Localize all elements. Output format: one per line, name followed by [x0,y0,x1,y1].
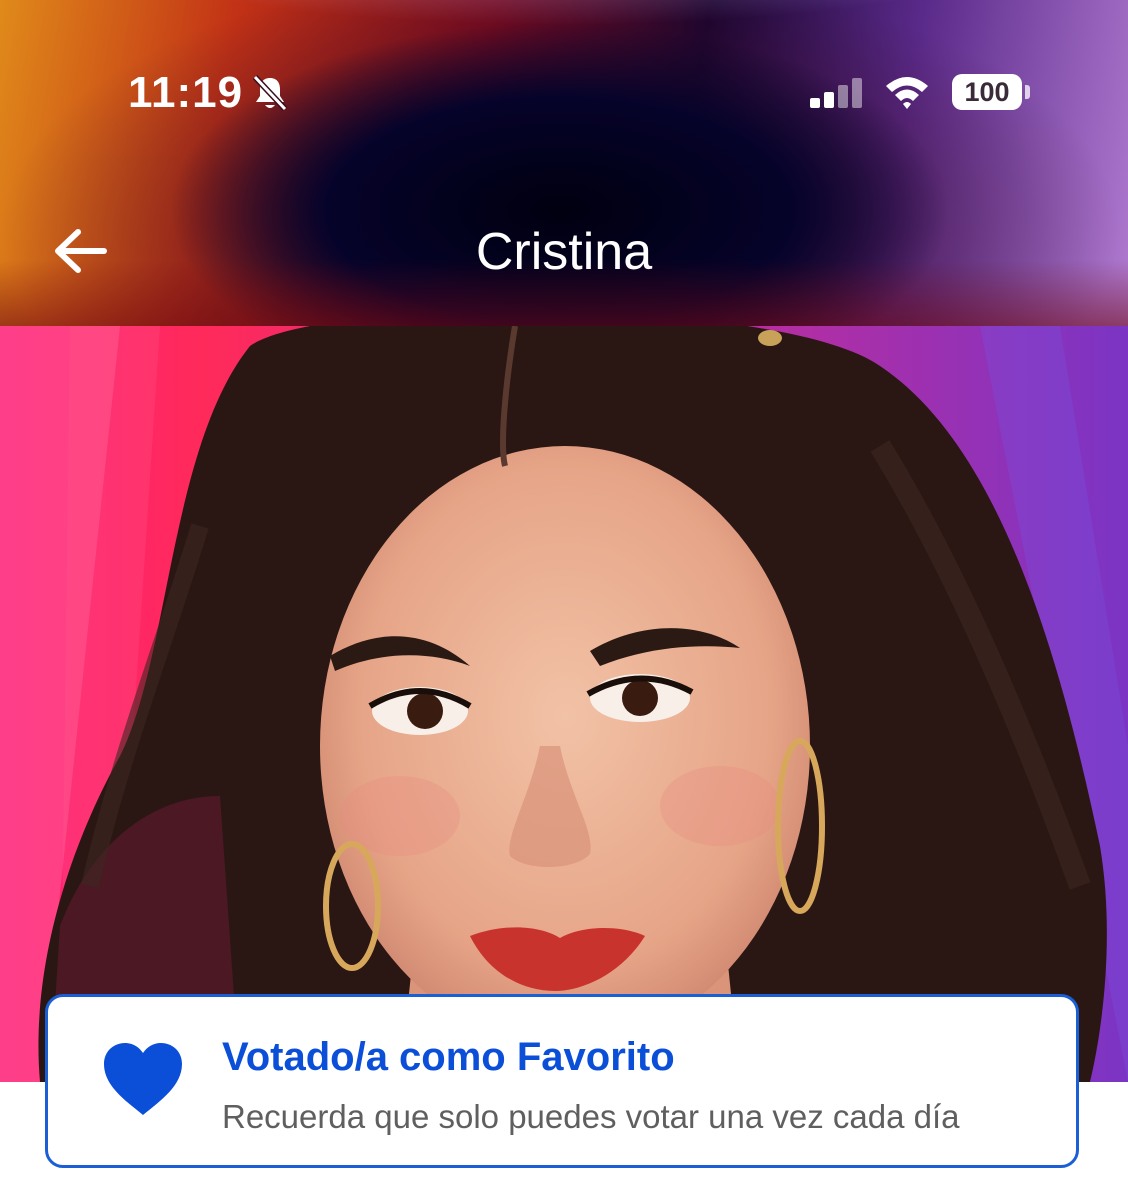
status-time: 11:19 [128,68,244,117]
vote-subtitle: Recuerda que solo puedes votar una vez c… [222,1098,960,1135]
battery-nub [1025,85,1030,99]
contestant-photo [0,326,1128,1082]
wifi-icon [886,77,928,109]
battery-level: 100 [952,74,1022,110]
bell-slash-icon [252,74,288,112]
cellular-signal-icon [810,78,862,108]
vote-title: Votado/a como Favorito [222,1035,675,1079]
portrait-illustration [0,326,1128,1082]
heart-icon [104,1043,182,1115]
app-header: 11:19 100 Cristina [0,0,1128,326]
page-title: Cristina [475,223,653,281]
vote-confirmation-card: Votado/a como Favorito Recuerda que solo… [45,994,1079,1168]
